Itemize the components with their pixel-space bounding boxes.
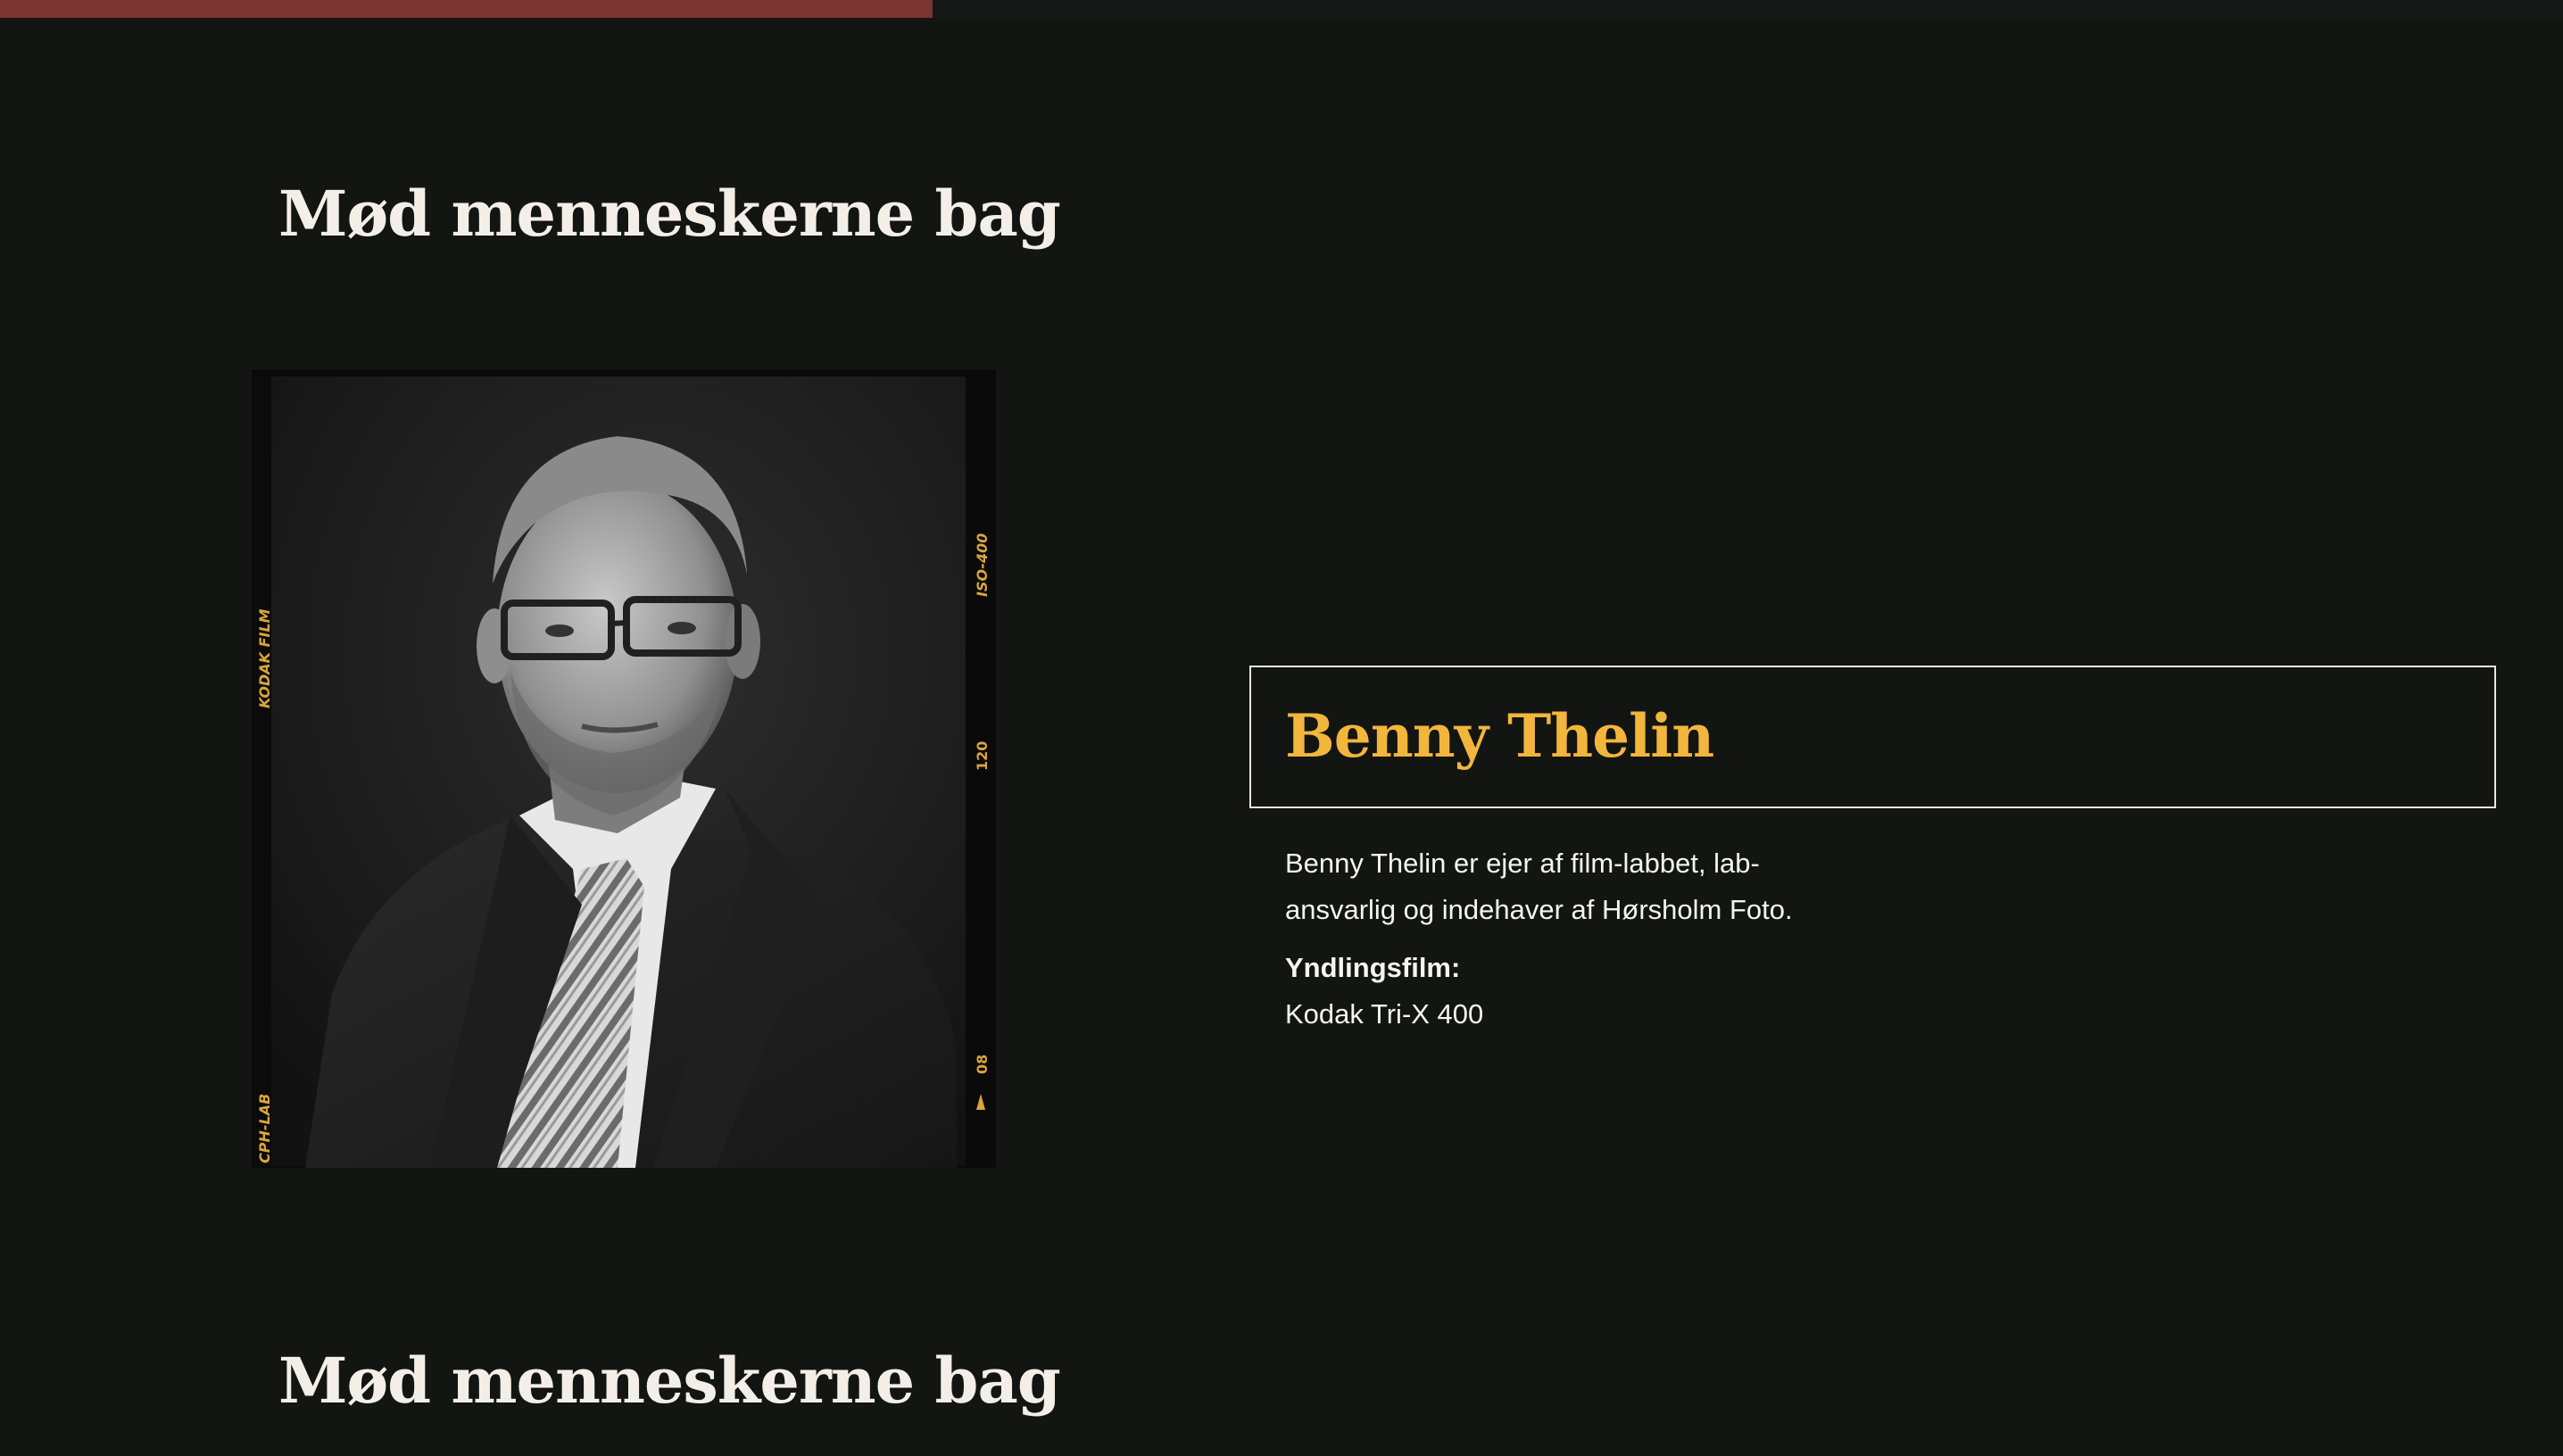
film-edge-text: 08 [974,1055,991,1074]
name-box: Benny Thelin [1249,666,2496,808]
person-name: Benny Thelin [1285,701,1714,771]
film-edge-text: ISO-400 [974,534,991,597]
scroll-progress-bar [0,0,933,18]
favorite-film-label: Yndlingsfilm: [1285,952,1461,983]
person-bio: Benny Thelin er ejer af film-labbet, lab… [1285,848,1793,925]
next-section-heading: Mød menneskerne bag [278,1344,1061,1418]
film-edge-text: 120 [974,741,991,771]
portrait-photo: KODAK FILM CPH-LAB ISO-400 120 08 [252,369,996,1168]
film-edge-text: KODAK FILM [256,608,273,708]
section-heading: Mød menneskerne bag [278,177,1061,251]
film-edge-text: CPH-LAB [256,1094,273,1163]
favorite-film-value: Kodak Tri-X 400 [1285,998,1484,1030]
scroll-progress-track [0,0,2563,18]
